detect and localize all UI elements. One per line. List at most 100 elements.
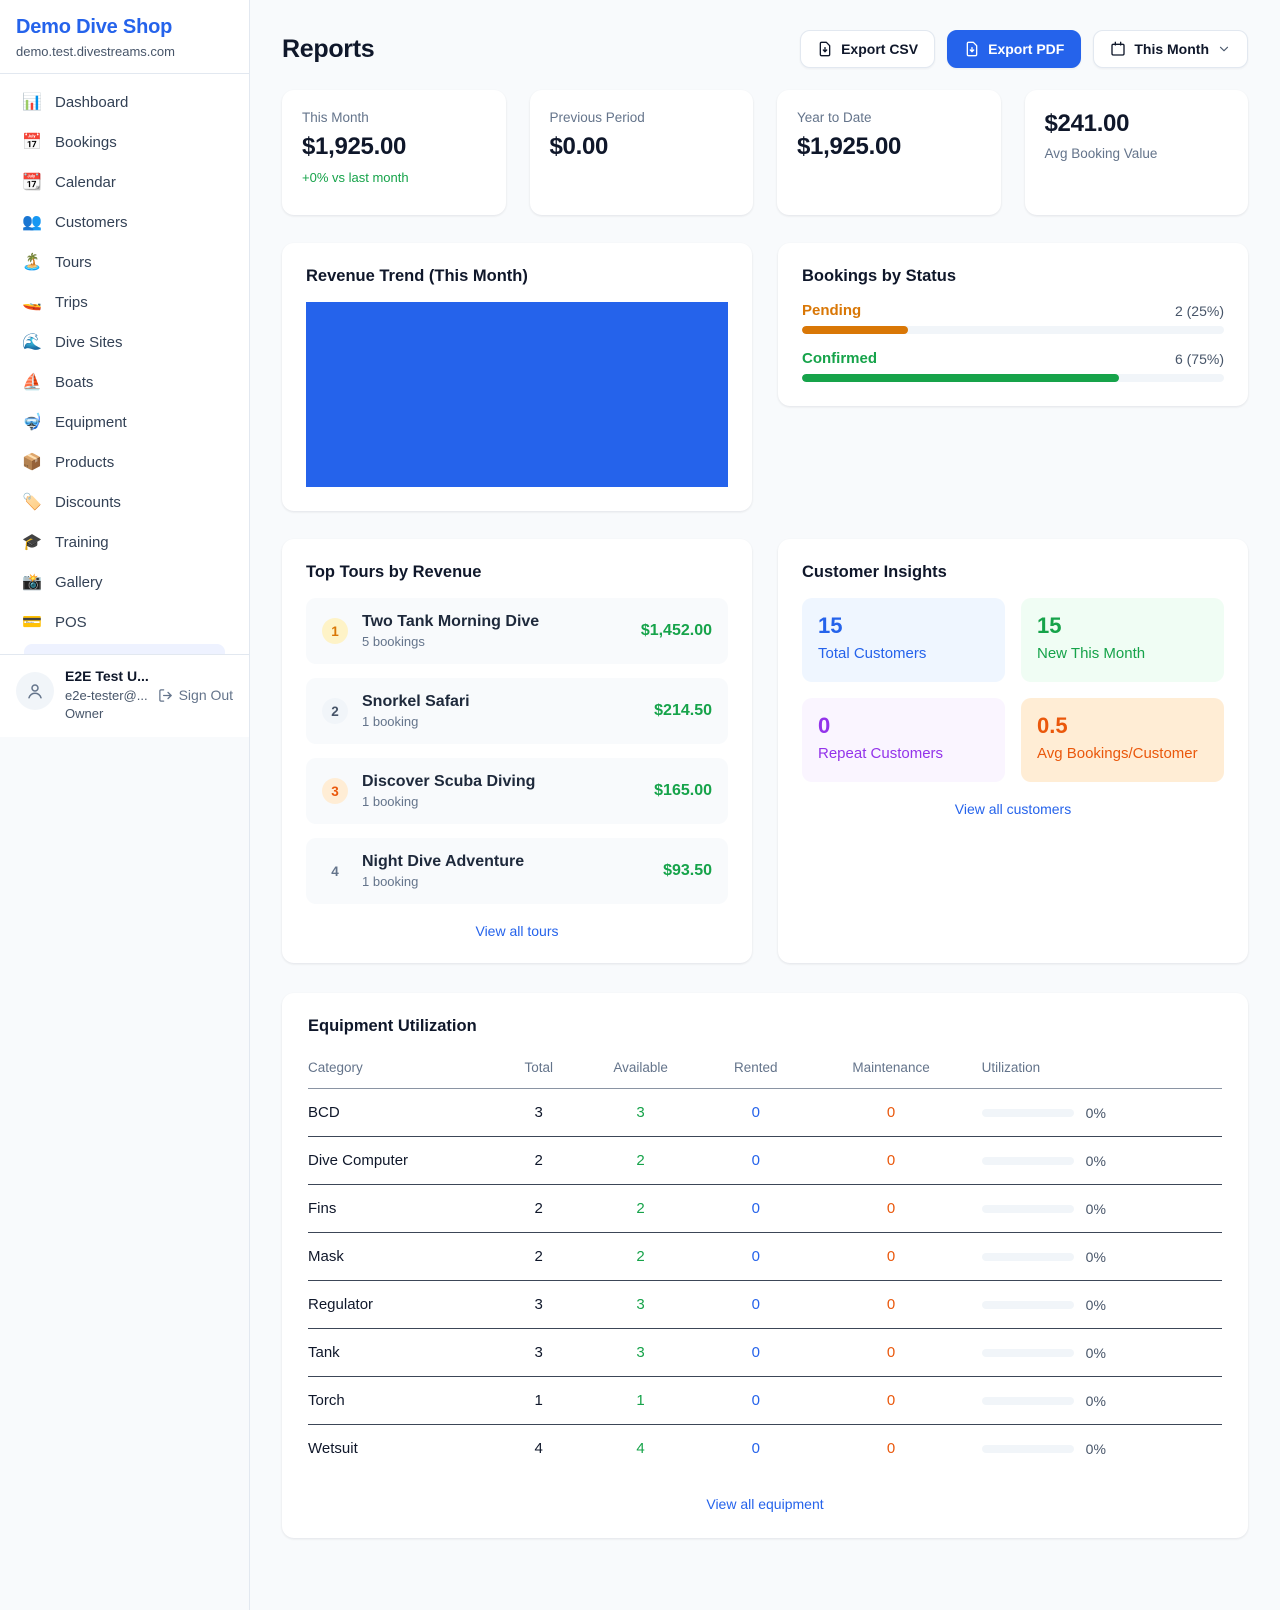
insight-value: 0.5	[1037, 713, 1208, 739]
equipment-utilization-card: Equipment Utilization Category Total Ava…	[282, 993, 1248, 1538]
status-label: Confirmed	[802, 350, 877, 367]
column-header-available: Available	[578, 1050, 703, 1089]
column-header-category: Category	[308, 1050, 499, 1089]
cell-rented: 0	[703, 1137, 808, 1185]
insight-label: New This Month	[1037, 645, 1208, 662]
sidebar-item-gallery[interactable]: 📸 Gallery	[12, 564, 237, 601]
view-all-equipment-link[interactable]: View all equipment	[308, 1496, 1222, 1512]
tour-name: Discover Scuba Diving	[362, 773, 640, 791]
stat-card-year-to-date: Year to Date $1,925.00	[777, 90, 1001, 215]
insight-tile-avg-bookings: 0.5 Avg Bookings/Customer	[1021, 698, 1224, 782]
tour-name: Snorkel Safari	[362, 693, 640, 711]
user-email: e2e-tester@...	[65, 688, 148, 703]
utilization-bar	[982, 1349, 1074, 1357]
cell-available: 3	[578, 1281, 703, 1329]
user-section: E2E Test U... e2e-tester@... Sign Out Ow…	[0, 654, 249, 737]
utilization-percent: 0%	[1086, 1153, 1106, 1169]
brand-domain: demo.test.divestreams.com	[16, 44, 233, 59]
export-pdf-button[interactable]: Export PDF	[947, 30, 1081, 68]
stat-label: Year to Date	[797, 110, 981, 125]
table-row: Tank 3 3 0 0 0%	[308, 1329, 1222, 1377]
sidebar-item-boats[interactable]: ⛵ Boats	[12, 364, 237, 401]
sidebar-item-bookings[interactable]: 📅 Bookings	[12, 124, 237, 161]
utilization-bar	[982, 1109, 1074, 1117]
tour-bookings: 1 booking	[362, 714, 640, 729]
export-csv-button[interactable]: Export CSV	[800, 30, 935, 68]
cell-category: Wetsuit	[308, 1425, 499, 1473]
file-download-icon	[964, 41, 980, 57]
insight-label: Repeat Customers	[818, 745, 989, 762]
cell-rented: 0	[703, 1089, 808, 1137]
view-all-tours-link[interactable]: View all tours	[306, 923, 728, 939]
tour-bookings: 1 booking	[362, 874, 649, 889]
sidebar-item-label: Customers	[55, 214, 128, 231]
sidebar-item-dive-sites[interactable]: 🌊 Dive Sites	[12, 324, 237, 361]
sidebar-item-label: Discounts	[55, 494, 121, 511]
cell-total: 3	[499, 1281, 578, 1329]
camera-flash-icon: 📸	[22, 575, 42, 591]
sidebar-item-products[interactable]: 📦 Products	[12, 444, 237, 481]
bookings-by-status-card: Bookings by Status Pending 2 (25%) Confi…	[778, 243, 1248, 406]
sidebar-item-training[interactable]: 🎓 Training	[12, 524, 237, 561]
tour-bookings: 1 booking	[362, 794, 640, 809]
file-download-icon	[817, 41, 833, 57]
rank-badge: 4	[322, 858, 348, 884]
stat-value: $0.00	[550, 133, 734, 161]
sidebar-item-label: Dashboard	[55, 94, 128, 111]
sidebar-item-label: Equipment	[55, 414, 127, 431]
tour-row[interactable]: 2 Snorkel Safari 1 booking $214.50	[306, 678, 728, 744]
sidebar: Demo Dive Shop demo.test.divestreams.com…	[0, 0, 250, 1610]
cell-total: 3	[499, 1329, 578, 1377]
sidebar-item-label: Tours	[55, 254, 92, 271]
tour-row[interactable]: 4 Night Dive Adventure 1 booking $93.50	[306, 838, 728, 904]
stat-delta: +0% vs last month	[302, 170, 486, 185]
top-tours-title: Top Tours by Revenue	[306, 563, 728, 582]
user-role: Owner	[65, 706, 233, 721]
tear-off-calendar-icon: 📆	[22, 175, 42, 191]
tour-bookings: 5 bookings	[362, 634, 627, 649]
sidebar-item-customers[interactable]: 👥 Customers	[12, 204, 237, 241]
cell-category: Torch	[308, 1377, 499, 1425]
sidebar-item-tours[interactable]: 🏝️ Tours	[12, 244, 237, 281]
utilization-percent: 0%	[1086, 1393, 1106, 1409]
column-header-total: Total	[499, 1050, 578, 1089]
table-row: Dive Computer 2 2 0 0 0%	[308, 1137, 1222, 1185]
tour-row[interactable]: 1 Two Tank Morning Dive 5 bookings $1,45…	[306, 598, 728, 664]
cell-rented: 0	[703, 1329, 808, 1377]
cell-maintenance: 0	[808, 1089, 973, 1137]
column-header-utilization: Utilization	[974, 1050, 1222, 1089]
stat-label: This Month	[302, 110, 486, 125]
period-dropdown[interactable]: This Month	[1093, 30, 1248, 68]
sidebar-item-trips[interactable]: 🚤 Trips	[12, 284, 237, 321]
sidebar-item-label: Gallery	[55, 574, 103, 591]
utilization-percent: 0%	[1086, 1297, 1106, 1313]
insight-tile-total-customers: 15 Total Customers	[802, 598, 1005, 682]
sidebar-item-label: Dive Sites	[55, 334, 123, 351]
sidebar-item-dashboard[interactable]: 📊 Dashboard	[12, 84, 237, 121]
sidebar-item-pos[interactable]: 💳 POS	[12, 604, 237, 641]
utilization-bar	[982, 1397, 1074, 1405]
status-row-confirmed: Confirmed 6 (75%)	[802, 350, 1224, 382]
table-row: BCD 3 3 0 0 0%	[308, 1089, 1222, 1137]
tour-row[interactable]: 3 Discover Scuba Diving 1 booking $165.0…	[306, 758, 728, 824]
sign-out-button[interactable]: Sign Out	[158, 687, 233, 703]
sidebar-item-label: Trips	[55, 294, 88, 311]
cell-category: Tank	[308, 1329, 499, 1377]
sidebar-item-reports-partial[interactable]	[24, 644, 225, 654]
sidebar-item-label: Calendar	[55, 174, 116, 191]
view-all-customers-link[interactable]: View all customers	[802, 801, 1224, 817]
equipment-utilization-title: Equipment Utilization	[308, 1017, 1222, 1036]
cell-available: 2	[578, 1233, 703, 1281]
sidebar-item-calendar[interactable]: 📆 Calendar	[12, 164, 237, 201]
utilization-percent: 0%	[1086, 1249, 1106, 1265]
insight-label: Avg Bookings/Customer	[1037, 745, 1208, 762]
table-row: Fins 2 2 0 0 0%	[308, 1185, 1222, 1233]
credit-card-icon: 💳	[22, 615, 42, 631]
stat-card-avg-booking-value: $241.00 Avg Booking Value	[1025, 90, 1249, 215]
sidebar-item-discounts[interactable]: 🏷️ Discounts	[12, 484, 237, 521]
sidebar-item-label: Bookings	[55, 134, 117, 151]
tour-revenue: $93.50	[663, 862, 712, 880]
main-content: Reports Export CSV Export PDF This Month	[250, 0, 1280, 1538]
sidebar-item-equipment[interactable]: 🤿 Equipment	[12, 404, 237, 441]
avatar	[16, 672, 54, 710]
